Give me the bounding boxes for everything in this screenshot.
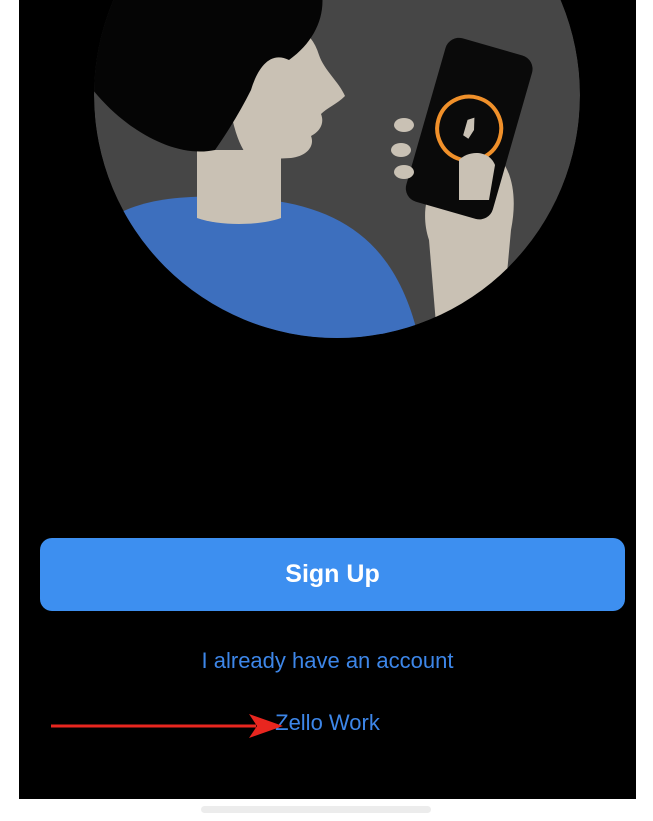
existing-account-link[interactable]: I already have an account	[19, 648, 636, 674]
red-arrow-annotation-icon	[51, 714, 283, 738]
app-screen: Sign Up I already have an account Zello …	[19, 0, 636, 806]
sign-up-button[interactable]: Sign Up	[40, 538, 625, 611]
home-indicator[interactable]	[201, 806, 431, 813]
person-with-phone-illustration	[94, 0, 580, 338]
